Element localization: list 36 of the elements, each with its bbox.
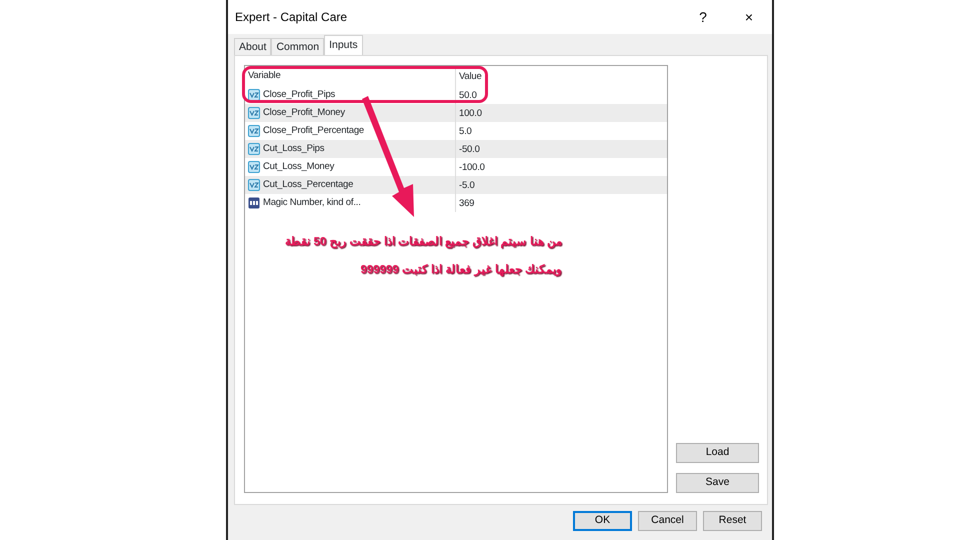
tab[interactable]: Inputs bbox=[324, 35, 363, 55]
help-button[interactable]: ? bbox=[680, 6, 726, 28]
integer-type-icon bbox=[248, 197, 260, 209]
number-type-icon bbox=[248, 161, 260, 173]
value-cell[interactable]: 50.0 bbox=[459, 90, 477, 101]
variable-name[interactable]: Cut_Loss_Money bbox=[263, 160, 334, 174]
dialog-button[interactable]: Cancel bbox=[638, 511, 697, 531]
dialog-button[interactable]: OK bbox=[573, 511, 632, 531]
tab[interactable]: Common bbox=[271, 38, 324, 55]
side-button[interactable]: Save bbox=[676, 473, 759, 493]
variable-name[interactable]: Close_Profit_Percentage bbox=[263, 124, 364, 138]
value-cell[interactable]: 369 bbox=[459, 198, 474, 209]
value-cell[interactable]: 100.0 bbox=[459, 108, 482, 119]
window-title: Expert - Capital Care bbox=[235, 9, 348, 26]
tab[interactable]: About bbox=[234, 38, 272, 55]
number-type-icon bbox=[248, 89, 260, 101]
variable-name[interactable]: Close_Profit_Pips bbox=[263, 88, 336, 102]
close-button[interactable]: × bbox=[726, 6, 772, 28]
value-cell[interactable]: -50.0 bbox=[459, 144, 480, 155]
dialog-button[interactable]: Reset bbox=[703, 511, 762, 531]
variable-name[interactable]: Cut_Loss_Percentage bbox=[263, 178, 354, 192]
value-cell[interactable]: -5.0 bbox=[459, 180, 475, 191]
variable-name[interactable]: Magic Number, kind of... bbox=[263, 196, 361, 210]
number-type-icon bbox=[248, 125, 260, 137]
side-button[interactable]: Load bbox=[676, 443, 759, 463]
number-type-icon bbox=[248, 107, 260, 119]
variable-name[interactable]: Cut_Loss_Pips bbox=[263, 142, 324, 156]
number-type-icon bbox=[248, 143, 260, 155]
annotation-text: ويمكنك جعلها غير فعالة اذا كتبت 999999 bbox=[360, 263, 562, 278]
column-header[interactable]: Value bbox=[459, 70, 482, 82]
variable-name[interactable]: Close_Profit_Money bbox=[263, 106, 345, 120]
annotation-text: من هنا سيتم اغلاق جميع الصفقات اذا حققت ربح 50 نقطة bbox=[285, 235, 562, 250]
value-cell[interactable]: 5.0 bbox=[459, 126, 472, 137]
value-cell[interactable]: -100.0 bbox=[459, 162, 485, 173]
column-header[interactable]: Variable bbox=[248, 68, 281, 84]
number-type-icon bbox=[248, 179, 260, 191]
